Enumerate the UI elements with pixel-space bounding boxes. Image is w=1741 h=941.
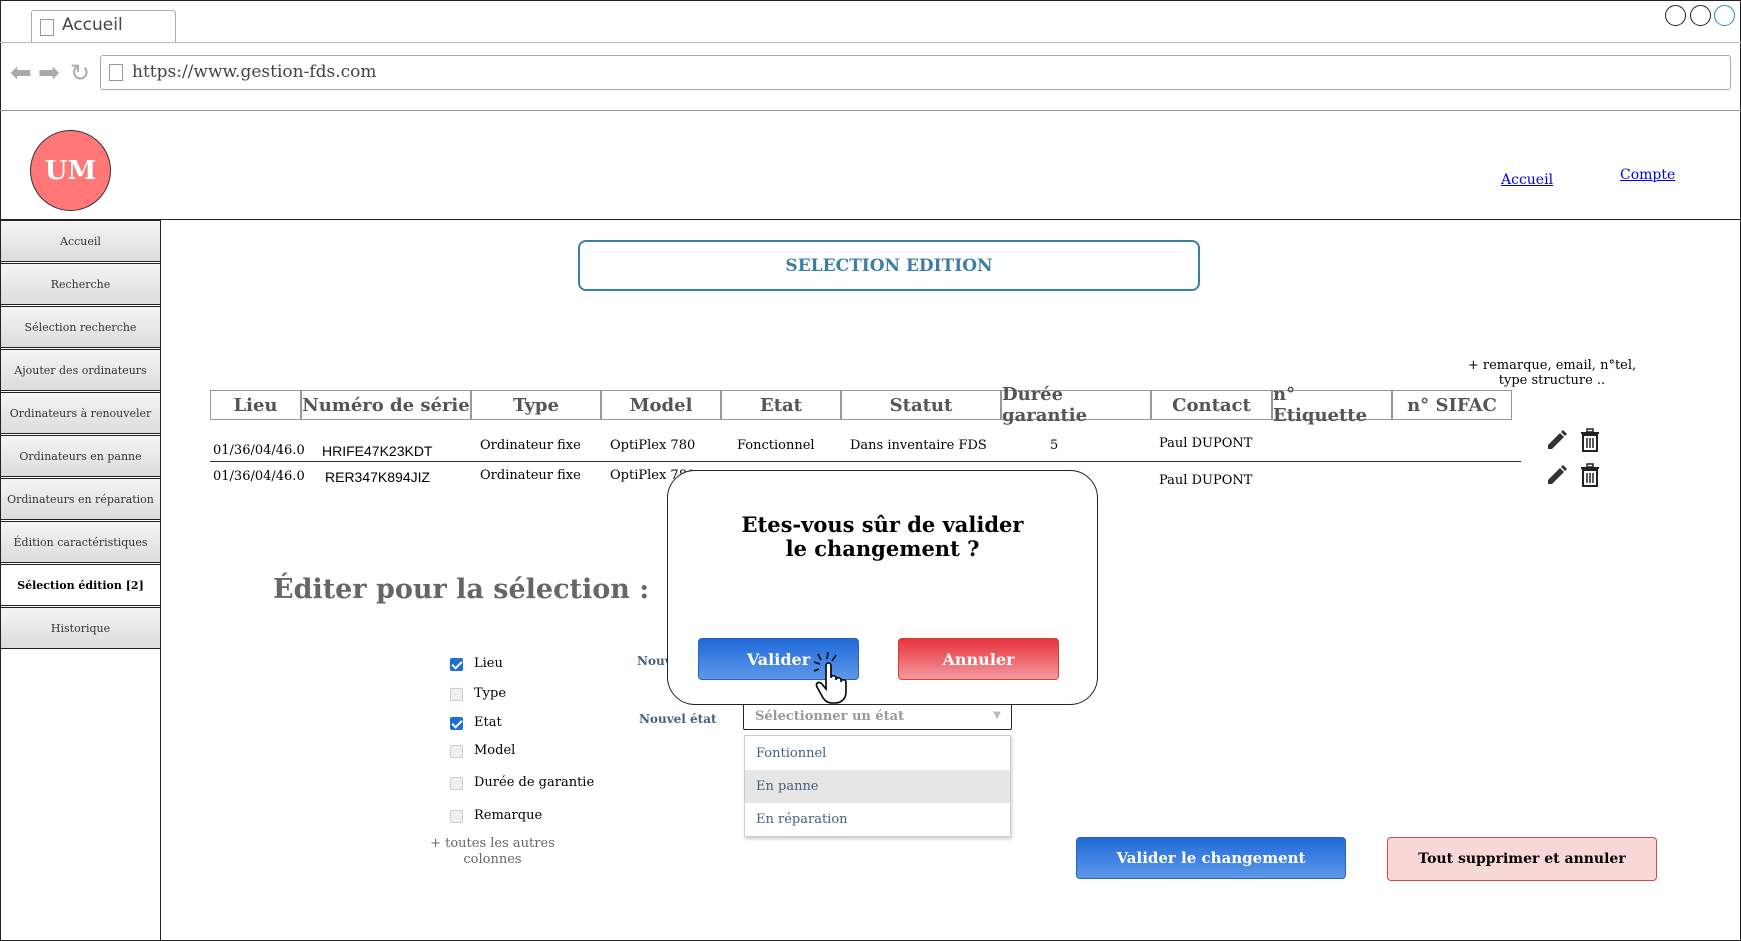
select-placeholder: Sélectionner un état — [755, 709, 905, 724]
column-header-type: Type — [471, 390, 601, 420]
column-header-lieu: Lieu — [210, 390, 301, 420]
sidebar-item-renouveler[interactable]: Ordinateurs à renouveler — [0, 392, 161, 434]
validate-change-button[interactable]: Valider le changement — [1076, 837, 1346, 879]
nav-link-home[interactable]: Accueil — [1501, 172, 1553, 188]
dialog-message-line: Etes-vous sûr de valider — [741, 512, 1024, 537]
etat-select[interactable]: Sélectionner un état ▼ — [743, 703, 1012, 730]
divider — [0, 110, 1741, 111]
checkbox-model[interactable] — [450, 745, 463, 758]
checkbox-duree-garantie[interactable] — [450, 777, 463, 790]
trash-icon[interactable] — [1578, 428, 1602, 452]
cell-contact: Paul DUPONT — [1159, 436, 1253, 451]
cell-lieu: 01/36/04/46.0 — [213, 443, 305, 458]
divider — [0, 219, 1741, 220]
cell-type: Ordinateur fixe — [480, 468, 581, 483]
sidebar: Accueil Recherche Sélection recherche Aj… — [0, 220, 161, 941]
columns-note: + remarque, email, n°tel, type structure… — [1467, 358, 1637, 388]
browser-tab[interactable]: Accueil — [31, 10, 176, 42]
checkbox-type[interactable] — [450, 688, 463, 701]
sidebar-item-en-reparation[interactable]: Ordinateurs en réparation — [0, 478, 161, 520]
cell-statut: Dans inventaire FDS — [850, 438, 987, 453]
sidebar-item-selection-recherche[interactable]: Sélection recherche — [0, 306, 161, 348]
cell-serie: RER347K894JIZ — [325, 469, 431, 485]
dropdown-option-fonctionnel[interactable]: Fontionnel — [745, 737, 1010, 770]
column-header-serie: Numéro de série — [301, 390, 471, 420]
checkbox-label: Model — [474, 743, 516, 758]
hand-cursor-icon — [813, 652, 847, 704]
sidebar-item-edition-caracteristiques[interactable]: Édition caractéristiques — [0, 521, 161, 563]
nav-link-account[interactable]: Compte — [1620, 167, 1675, 183]
confirm-dialog: Etes-vous sûr de valider le changement ?… — [667, 470, 1098, 705]
page-icon — [40, 19, 54, 36]
field-label-etat: Nouvel état — [639, 712, 717, 726]
edit-section-title: Éditer pour la sélection : — [273, 574, 650, 605]
page-icon — [109, 64, 123, 81]
sidebar-item-historique[interactable]: Historique — [0, 607, 161, 649]
url-text: https://www.gestion-fds.com — [132, 62, 377, 82]
cell-serie: HRIFE47K23KDT — [322, 443, 433, 459]
sidebar-item-ajouter[interactable]: Ajouter des ordinateurs — [0, 349, 161, 391]
dropdown-option-en-reparation[interactable]: En réparation — [745, 803, 1010, 836]
chevron-down-icon: ▼ — [993, 710, 1001, 721]
cell-garantie: 5 — [1050, 438, 1059, 453]
trash-icon[interactable] — [1578, 463, 1602, 487]
cell-lieu: 01/36/04/46.0 — [213, 469, 305, 484]
checkbox-remarque[interactable] — [450, 810, 463, 823]
maximize-button[interactable] — [1690, 5, 1711, 26]
sidebar-item-en-panne[interactable]: Ordinateurs en panne — [0, 435, 161, 477]
delete-all-cancel-button[interactable]: Tout supprimer et annuler — [1387, 837, 1657, 881]
checkbox-lieu[interactable] — [450, 658, 463, 671]
column-header-contact: Contact — [1151, 390, 1272, 420]
cell-etat: Fonctionnel — [737, 438, 815, 453]
cell-type: Ordinateur fixe — [480, 438, 581, 453]
minimize-button[interactable] — [1665, 5, 1686, 26]
reload-icon[interactable]: ↻ — [70, 60, 90, 86]
column-header-sifac: n° SIFAC — [1392, 390, 1512, 420]
sidebar-item-recherche[interactable]: Recherche — [0, 263, 161, 305]
row-divider — [210, 461, 1521, 462]
cell-contact: Paul DUPONT — [1159, 473, 1253, 488]
column-header-model: Model — [601, 390, 721, 420]
edit-pencil-icon[interactable] — [1545, 463, 1569, 487]
checkbox-label: Lieu — [474, 656, 503, 671]
back-arrow-icon[interactable]: ⬅ — [10, 60, 32, 86]
dialog-message: Etes-vous sûr de valider le changement ? — [668, 513, 1097, 561]
checkbox-label: Etat — [474, 715, 502, 730]
checkbox-label: Remarque — [474, 808, 543, 823]
checkbox-label: Type — [474, 686, 507, 701]
sidebar-item-selection-edition[interactable]: Sélection édition [2] — [0, 564, 161, 606]
forward-arrow-icon[interactable]: ➡ — [38, 60, 60, 86]
column-header-etiquette: n° Etiquette — [1272, 384, 1392, 426]
column-header-garantie: Durée garantie — [1001, 384, 1151, 426]
checkbox-etat[interactable] — [450, 717, 463, 730]
dialog-message-line: le changement ? — [785, 536, 980, 561]
address-bar[interactable]: https://www.gestion-fds.com — [100, 55, 1731, 90]
column-header-statut: Statut — [841, 390, 1001, 420]
cancel-button[interactable]: Annuler — [898, 638, 1059, 680]
logo: UM — [30, 130, 111, 211]
edit-pencil-icon[interactable] — [1545, 428, 1569, 452]
etat-dropdown: Fontionnel En panne En réparation — [744, 735, 1011, 837]
close-button[interactable] — [1714, 5, 1735, 26]
sidebar-item-accueil[interactable]: Accueil — [0, 220, 161, 262]
tab-title: Accueil — [62, 15, 123, 35]
divider — [0, 42, 1741, 43]
checkbox-label: Durée de garantie — [474, 775, 595, 790]
column-header-etat: Etat — [721, 390, 841, 420]
cell-model: OptiPlex 780 — [610, 438, 696, 453]
page-title: SELECTION EDITION — [578, 240, 1200, 291]
more-columns-link[interactable]: + toutes les autres colonnes — [430, 836, 555, 868]
dropdown-option-en-panne[interactable]: En panne — [745, 770, 1010, 803]
